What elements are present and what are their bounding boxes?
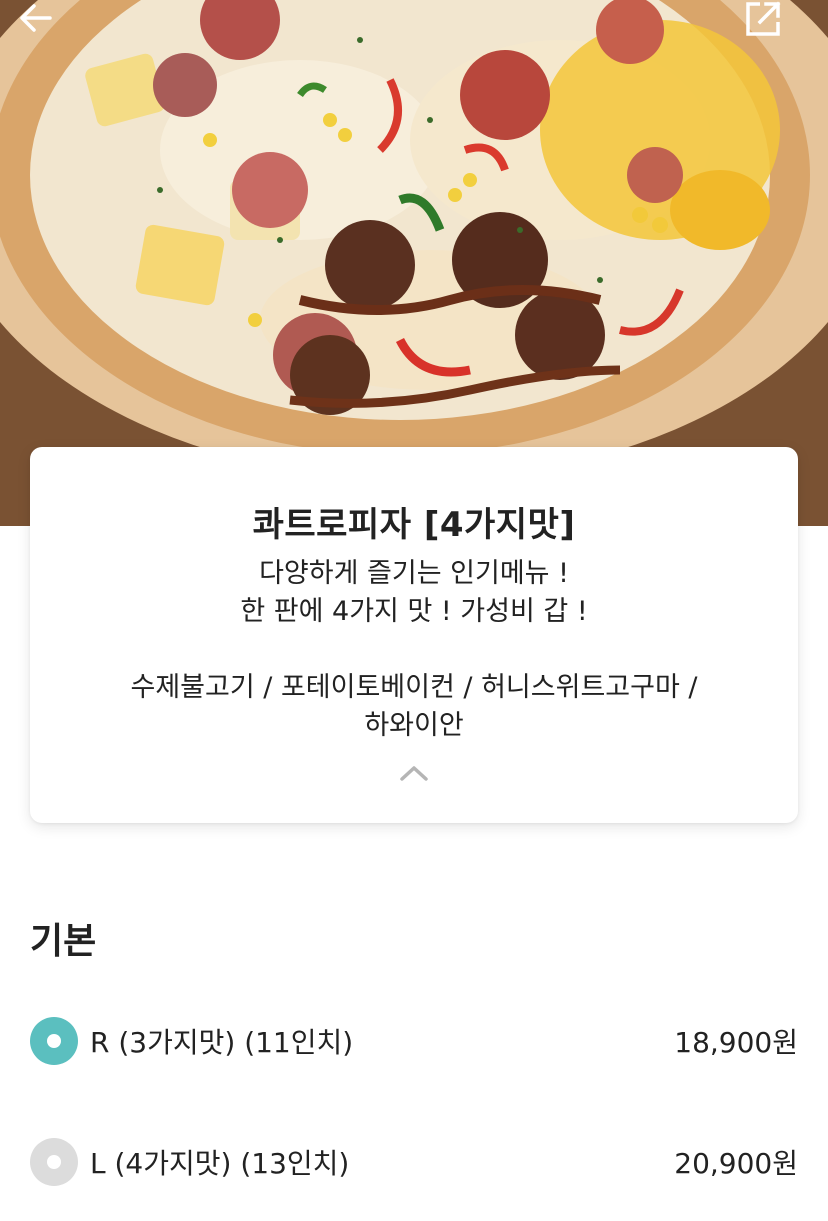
chevron-up-icon (400, 766, 428, 781)
option-label: R (3가지맛) (11인치) (90, 1026, 354, 1059)
description-line: 한 판에 4가지 맛 ! 가성비 갑 ! (240, 596, 588, 627)
option-label: L (4가지맛) (13인치) (90, 1147, 350, 1180)
product-title: 콰트로피자 [4가지맛] (252, 505, 576, 545)
external-link-icon (746, 1, 781, 36)
radio-selected-icon[interactable] (30, 1017, 78, 1065)
arrow-left-icon (20, 4, 52, 32)
option-price: 20,900원 (674, 1147, 798, 1180)
flavors-line: 수제불고기 / 포테이토베이컨 / 허니스위트고구마 / (130, 672, 698, 703)
option-price: 18,900원 (674, 1026, 798, 1059)
product-flavors: 수제불고기 / 포테이토베이컨 / 허니스위트고구마 / 하와이안 (50, 669, 778, 745)
product-detail-screen: 콰트로피자 [4가지맛] 다양하게 즐기는 인기메뉴 ! 한 판에 4가지 맛 … (0, 0, 828, 1221)
share-button[interactable] (744, 0, 814, 56)
radio-unselected-icon[interactable] (30, 1138, 78, 1186)
options-section-title: 기본 (30, 921, 97, 962)
size-option-large[interactable]: L (4가지맛) (13인치) 20,900원 (30, 1132, 798, 1192)
size-option-regular[interactable]: R (3가지맛) (11인치) 18,900원 (30, 1011, 798, 1071)
back-button[interactable] (18, 0, 88, 56)
collapse-description-button[interactable] (394, 755, 434, 791)
description-line: 다양하게 즐기는 인기메뉴 ! (259, 558, 569, 589)
product-description: 다양하게 즐기는 인기메뉴 ! 한 판에 4가지 맛 ! 가성비 갑 ! (50, 555, 778, 631)
flavors-line: 하와이안 (364, 710, 464, 741)
product-info-card: 콰트로피자 [4가지맛] 다양하게 즐기는 인기메뉴 ! 한 판에 4가지 맛 … (30, 447, 798, 823)
